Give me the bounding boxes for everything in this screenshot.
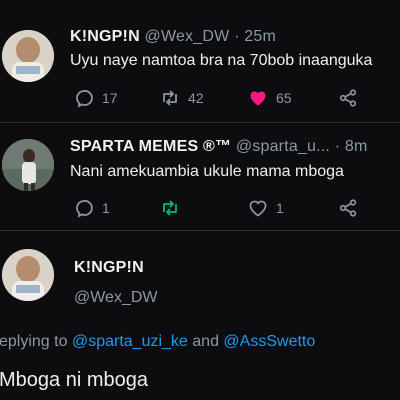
- share-button[interactable]: [338, 198, 358, 218]
- timestamp[interactable]: 25m: [244, 28, 276, 45]
- heart-filled-icon: [248, 88, 268, 108]
- tweet-1[interactable]: K!NGP!N @Wex_DW · 25m Uyu naye namtoa br…: [0, 0, 400, 122]
- like-count: 65: [276, 90, 292, 106]
- retweet-count: 42: [188, 90, 204, 106]
- tweet-text: Uyu naye namtoa bra na 70bob inaanguka: [70, 52, 373, 69]
- retweet-button[interactable]: [160, 198, 188, 218]
- avatar[interactable]: [2, 139, 54, 191]
- action-bar: 17 42 65: [72, 88, 400, 110]
- author-line: K!NGP!N @Wex_DW · 25m: [70, 28, 276, 46]
- author-handle[interactable]: @Wex_DW: [74, 289, 158, 307]
- retweet-icon: [160, 198, 180, 218]
- replying-to-line: eplying to @sparta_uzi_ke and @AssSwetto: [0, 333, 315, 351]
- author-handle[interactable]: @Wex_DW: [145, 28, 230, 45]
- action-bar: 1 1: [72, 198, 400, 220]
- share-button[interactable]: [338, 88, 358, 108]
- tweet-2[interactable]: SPARTA MEMES ®™ @sparta_u... · 8m Nani a…: [0, 123, 400, 230]
- replying-user-link[interactable]: @AssSwetto: [223, 333, 315, 350]
- author-handle[interactable]: @sparta_u...: [236, 138, 330, 155]
- timestamp[interactable]: 8m: [345, 138, 368, 155]
- retweet-button[interactable]: 42: [160, 88, 204, 108]
- reply-button[interactable]: 17: [74, 88, 118, 108]
- main-tweet: K!NGP!N @Wex_DW eplying to @sparta_uzi_k…: [0, 231, 400, 400]
- share-icon: [338, 198, 358, 218]
- author-name[interactable]: K!NGP!N: [74, 259, 144, 277]
- reply-icon: [74, 198, 94, 218]
- author-name[interactable]: SPARTA MEMES ®™: [70, 138, 231, 155]
- like-button[interactable]: 65: [248, 88, 292, 108]
- baby-avatar-image: [2, 249, 54, 301]
- like-button[interactable]: 1: [248, 198, 284, 218]
- separator: ·: [334, 138, 341, 155]
- person-avatar-image: [2, 139, 54, 191]
- retweet-icon: [160, 88, 180, 108]
- separator: ·: [234, 28, 240, 45]
- baby-avatar-image: [2, 30, 54, 82]
- avatar[interactable]: [2, 249, 54, 301]
- author-name[interactable]: K!NGP!N: [70, 28, 140, 45]
- reply-button[interactable]: 1: [74, 198, 110, 218]
- replying-to-label: eplying to: [0, 333, 68, 350]
- share-icon: [338, 88, 358, 108]
- heart-icon: [248, 198, 268, 218]
- replying-and: and: [192, 333, 219, 350]
- replying-user-link[interactable]: @sparta_uzi_ke: [72, 333, 188, 350]
- reply-icon: [74, 88, 94, 108]
- like-count: 1: [276, 200, 284, 216]
- tweet-text: Nani amekuambia ukule mama mboga: [70, 163, 344, 180]
- reply-count: 17: [102, 90, 118, 106]
- reply-count: 1: [102, 200, 110, 216]
- author-line: SPARTA MEMES ®™ @sparta_u... · 8m: [70, 138, 368, 156]
- avatar[interactable]: [2, 30, 54, 82]
- main-tweet-text: Mboga ni mboga: [0, 369, 148, 391]
